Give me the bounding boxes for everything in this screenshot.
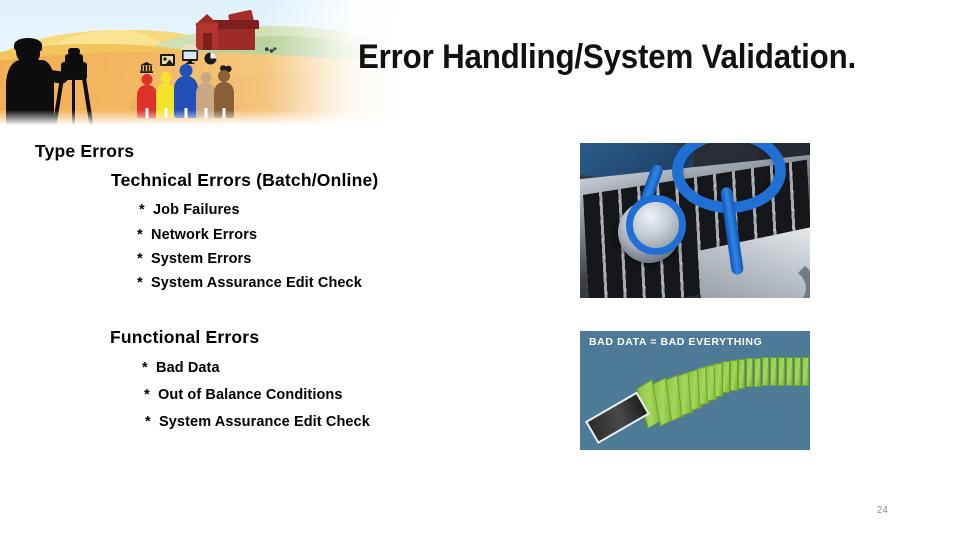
list-item-label: System Errors	[151, 251, 252, 267]
bullet-marker: *	[137, 227, 143, 243]
list-item-label: Bad Data	[156, 360, 220, 376]
bullet-marker: *	[145, 414, 151, 430]
bullet-marker: *	[137, 275, 143, 291]
banner-bottom-fade	[0, 110, 460, 128]
list-item-label: Network Errors	[151, 227, 258, 243]
domino-tile	[770, 357, 777, 386]
bullet-marker: *	[139, 202, 145, 218]
page-number: 24	[876, 505, 888, 516]
list-item: * Bad Data	[142, 360, 220, 376]
stethoscope-on-laptop-image	[580, 143, 810, 298]
list-item-label: System Assurance Edit Check	[151, 275, 362, 291]
list-item: * System Errors	[137, 251, 251, 267]
falling-dominoes-image: BAD DATA = BAD EVERYTHING	[580, 331, 810, 450]
domino-tile	[786, 357, 793, 386]
slide-title: Error Handling/System Validation.	[358, 38, 857, 76]
list-item-label: System Assurance Edit Check	[159, 414, 370, 430]
list-item: * Network Errors	[137, 227, 257, 243]
domino-tile	[754, 358, 761, 387]
heading-functional-errors: Functional Errors	[110, 327, 260, 347]
list-item: * System Assurance Edit Check	[145, 414, 370, 430]
list-item: * Out of Balance Conditions	[144, 387, 343, 403]
bullet-marker: *	[144, 387, 150, 403]
domino-tile	[730, 360, 738, 391]
bullet-marker: *	[142, 360, 148, 376]
domino-tile	[722, 361, 730, 393]
stethoscope-chestpiece-diaphragm	[626, 195, 686, 255]
domino-tile	[738, 359, 745, 389]
list-item: * Job Failures	[139, 202, 240, 218]
domino-tile	[802, 357, 809, 386]
heading-type-errors: Type Errors	[35, 141, 135, 161]
list-item: * System Assurance Edit Check	[137, 275, 362, 291]
domino-tile	[746, 358, 753, 387]
list-item-label: Out of Balance Conditions	[158, 387, 343, 403]
domino-tile	[762, 357, 769, 386]
domino-tile	[794, 357, 801, 386]
list-item-label: Job Failures	[153, 202, 240, 218]
domino-tile	[778, 357, 785, 386]
heading-technical-errors: Technical Errors (Batch/Online)	[111, 170, 379, 190]
lead-domino-tile	[585, 391, 650, 444]
bullet-marker: *	[137, 251, 143, 267]
domino-caption-text: BAD DATA = BAD EVERYTHING	[589, 336, 763, 348]
